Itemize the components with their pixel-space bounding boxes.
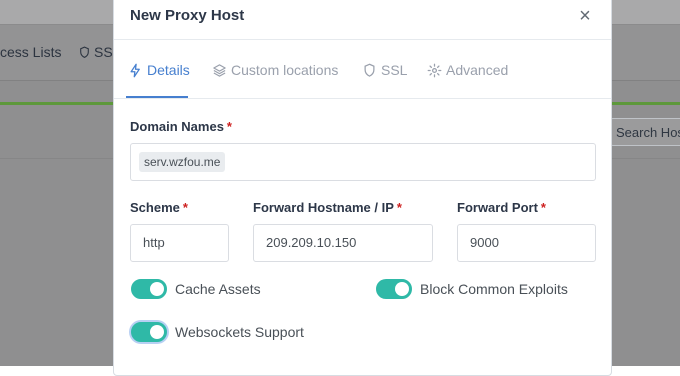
new-proxy-host-modal: New Proxy Host × Details Custom location… [113,0,612,376]
tab-custom-locations[interactable]: Custom locations [212,58,338,82]
forward-port-label: Forward Port * [457,200,546,215]
gear-icon [427,63,442,77]
block-common-exploits-toggle-knob [395,282,409,296]
domain-names-input[interactable]: serv.wzfou.me [130,143,596,181]
tab-custom-locations-label: Custom locations [231,62,339,78]
domain-tag[interactable]: serv.wzfou.me [139,152,226,172]
websockets-support-toggle-knob [150,325,164,339]
background-shield-icon [80,46,89,58]
layers-icon [213,63,226,77]
scheme-label: Scheme * [130,200,188,215]
block-common-exploits-option: Block Common Exploits [376,277,568,301]
scheme-required-mark: * [182,200,188,215]
websockets-support-label: Websockets Support [175,324,304,340]
cache-assets-toggle-knob [150,282,164,296]
domain-names-label: Domain Names * [130,119,232,134]
tab-advanced-label: Advanced [446,62,509,78]
websockets-support-toggle[interactable] [131,322,167,342]
modal-header: New Proxy Host × [114,0,611,40]
forward-hostname-label: Forward Hostname / IP * [253,200,402,215]
tab-ssl[interactable]: SSL [362,58,407,82]
background-search-input: Search Hos [609,118,680,146]
cache-assets-toggle[interactable] [131,279,167,299]
forward-port-label-text: Forward Port [457,200,538,215]
lightning-icon [130,63,140,77]
domain-names-required-mark: * [226,119,232,134]
tab-details-label: Details [147,62,190,78]
active-tab-underline [126,96,188,98]
forward-port-field[interactable]: 9000 [457,224,596,262]
modal-title: New Proxy Host [130,7,245,24]
background-nav-access-lists: cess Lists [0,44,62,60]
shield-icon [364,63,375,77]
forward-hostname-required-mark: * [396,200,402,215]
tab-advanced[interactable]: Advanced [427,58,508,82]
forward-port-required-mark: * [540,200,546,215]
tab-details[interactable]: Details [128,58,190,82]
scheme-label-text: Scheme [130,200,180,215]
block-common-exploits-label: Block Common Exploits [420,281,568,297]
domain-names-label-text: Domain Names [130,119,224,134]
modal-tabs: Details Custom locations SSL Advanced [114,40,611,99]
cache-assets-label: Cache Assets [175,281,261,297]
tab-ssl-label: SSL [381,62,408,78]
cache-assets-option: Cache Assets [131,277,261,301]
block-common-exploits-toggle[interactable] [376,279,412,299]
forward-hostname-label-text: Forward Hostname / IP [253,200,394,215]
forward-hostname-field[interactable]: 209.209.10.150 [253,224,433,262]
scheme-field[interactable]: http [130,224,229,262]
websockets-support-option: Websockets Support [131,320,304,344]
close-button[interactable]: × [572,3,598,29]
